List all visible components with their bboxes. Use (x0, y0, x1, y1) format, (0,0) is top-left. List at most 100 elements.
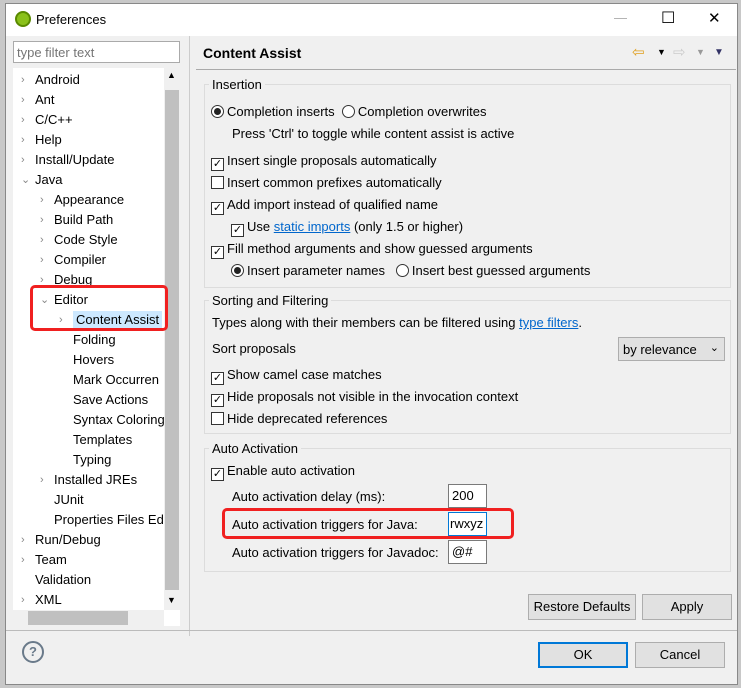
back-icon[interactable]: ⇦ (632, 43, 645, 61)
tree-item-label: Properties Files Ed (54, 512, 164, 527)
help-glyph: ? (29, 644, 37, 659)
tree-item[interactable]: Typing (61, 450, 111, 470)
sort-label: Sort proposals (212, 341, 296, 356)
scroll-down-icon[interactable]: ▼ (167, 595, 176, 605)
add-import-checkbox[interactable]: ✓ Add import instead of qualified name (211, 197, 438, 215)
hide-not-visible-checkbox[interactable]: ✓ Hide proposals not visible in the invoc… (211, 389, 518, 407)
pane-divider (189, 36, 190, 636)
tree-item-label: C/C++ (35, 112, 73, 127)
ok-button[interactable]: OK (538, 642, 628, 668)
hide-deprecated-checkbox[interactable]: Hide deprecated references (211, 411, 387, 426)
forward-menu-icon[interactable]: ▼ (696, 47, 705, 57)
chevron-right-icon[interactable]: › (40, 230, 44, 250)
delay-input[interactable]: 200 (448, 484, 487, 508)
tree-item[interactable]: › Team (21, 550, 67, 570)
chevron-right-icon[interactable]: › (21, 150, 25, 170)
label: Completion overwrites (357, 104, 487, 119)
javadoc-triggers-input[interactable]: @# (448, 540, 487, 564)
insert-single-checkbox[interactable]: ✓ Insert single proposals automatically (211, 153, 437, 171)
chevron-right-icon[interactable]: › (21, 130, 25, 150)
tree-item[interactable]: Mark Occurren (61, 370, 159, 390)
window-title: Preferences (36, 12, 107, 27)
scroll-up-icon[interactable]: ▲ (167, 70, 176, 80)
tree-item[interactable]: › Build Path (40, 210, 114, 230)
tree-item[interactable]: Templates (61, 430, 132, 450)
label: Add import instead of qualified name (227, 197, 439, 212)
vertical-scrollbar[interactable]: ▲ ▼ (164, 68, 180, 610)
param-names-radio[interactable]: Insert parameter names (231, 263, 385, 278)
tree-item[interactable]: Syntax Coloring (61, 410, 165, 430)
preference-tree: › Android › Ant › C/C++ › Help › Install/Update ⌄ J… (13, 68, 180, 626)
tree-item[interactable]: › XML (21, 590, 62, 610)
sort-value: by relevance (623, 342, 697, 357)
horizontal-scrollbar[interactable] (13, 610, 164, 626)
back-menu-icon[interactable]: ▼ (657, 47, 666, 57)
label: Insert single proposals automatically (227, 153, 437, 168)
tree-item-label: JUnit (54, 492, 84, 507)
tree-item-label: Syntax Coloring (73, 412, 165, 427)
filter-input[interactable] (13, 41, 180, 63)
tree-item[interactable]: › Help (21, 130, 62, 150)
chevron-right-icon[interactable]: › (21, 90, 25, 110)
tree-item-label: Hovers (73, 352, 115, 367)
tree-item[interactable]: Hovers (61, 350, 114, 370)
tree-item[interactable]: › C/C++ (21, 110, 73, 130)
completion-inserts-radio[interactable]: Completion inserts (211, 104, 335, 119)
chevron-right-icon[interactable]: › (21, 530, 25, 550)
tree-item[interactable]: Folding (61, 330, 116, 350)
fill-method-checkbox[interactable]: ✓ Fill method arguments and show guessed … (211, 241, 533, 259)
tree-item[interactable]: › Android (21, 70, 80, 90)
scroll-thumb[interactable] (165, 90, 179, 590)
chevron-right-icon[interactable]: › (40, 190, 44, 210)
chevron-down-icon: ⌄ (709, 342, 719, 354)
tree-item-label: Compiler (54, 252, 107, 267)
chevron-right-icon[interactable]: › (21, 550, 25, 570)
tree-item[interactable]: Save Actions (61, 390, 148, 410)
tree-item[interactable]: › Appearance (40, 190, 124, 210)
sort-select[interactable]: by relevance ⌄ (618, 337, 725, 361)
tree-item[interactable]: › Run/Debug (21, 530, 101, 550)
label: Insert parameter names (247, 263, 386, 278)
tree-item[interactable]: › Compiler (40, 250, 107, 270)
chevron-down-icon[interactable]: ⌄ (21, 170, 30, 190)
tree-item[interactable]: ⌄ Java (21, 170, 62, 190)
header-separator (196, 69, 736, 70)
use-static-imports-checkbox[interactable]: ✓ Use static imports (only 1.5 or higher) (231, 219, 463, 237)
tree-item-label: Installed JREs (54, 472, 138, 487)
chevron-right-icon[interactable]: › (40, 470, 44, 490)
label: Enable auto activation (227, 463, 355, 478)
best-guessed-radio[interactable]: Insert best guessed arguments (395, 263, 591, 278)
maximize-button[interactable]: ☐ (661, 8, 675, 28)
apply-button[interactable]: Apply (642, 594, 732, 620)
tree-item[interactable]: › Installed JREs (40, 470, 138, 490)
tree-item[interactable]: › Code Style (40, 230, 118, 250)
tree-item[interactable]: Properties Files Ed (42, 510, 164, 530)
type-filters-link[interactable]: type filters (519, 315, 578, 330)
help-icon[interactable]: ? (22, 641, 44, 663)
camel-case-checkbox[interactable]: ✓ Show camel case matches (211, 367, 382, 385)
hscroll-thumb[interactable] (28, 611, 128, 625)
chevron-right-icon[interactable]: › (21, 70, 25, 90)
label: Insert best guessed arguments (411, 263, 591, 278)
tree-item-label: Build Path (54, 212, 114, 227)
view-menu-icon[interactable]: ▼ (714, 47, 724, 58)
tree-item[interactable]: › Ant (21, 90, 55, 110)
forward-icon[interactable]: ⇨ (673, 43, 686, 61)
cancel-button[interactable]: Cancel (635, 642, 725, 668)
static-imports-link[interactable]: static imports (274, 219, 351, 234)
chevron-right-icon[interactable]: › (40, 250, 44, 270)
tree-item-label: Android (35, 72, 80, 87)
enable-auto-checkbox[interactable]: ✓ Enable auto activation (211, 463, 355, 481)
close-button[interactable]: ✕ (708, 9, 721, 27)
label: Use (247, 219, 271, 234)
minimize-button[interactable]: — (614, 10, 627, 25)
completion-overwrites-radio[interactable]: Completion overwrites (341, 104, 487, 119)
chevron-right-icon[interactable]: › (21, 110, 25, 130)
tree-item[interactable]: Validation (23, 570, 91, 590)
tree-item[interactable]: › Install/Update (21, 150, 115, 170)
insert-common-checkbox[interactable]: Insert common prefixes automatically (211, 175, 442, 190)
restore-defaults-button[interactable]: Restore Defaults (528, 594, 636, 620)
tree-item[interactable]: JUnit (42, 490, 84, 510)
chevron-right-icon[interactable]: › (40, 210, 44, 230)
chevron-right-icon[interactable]: › (21, 590, 25, 610)
